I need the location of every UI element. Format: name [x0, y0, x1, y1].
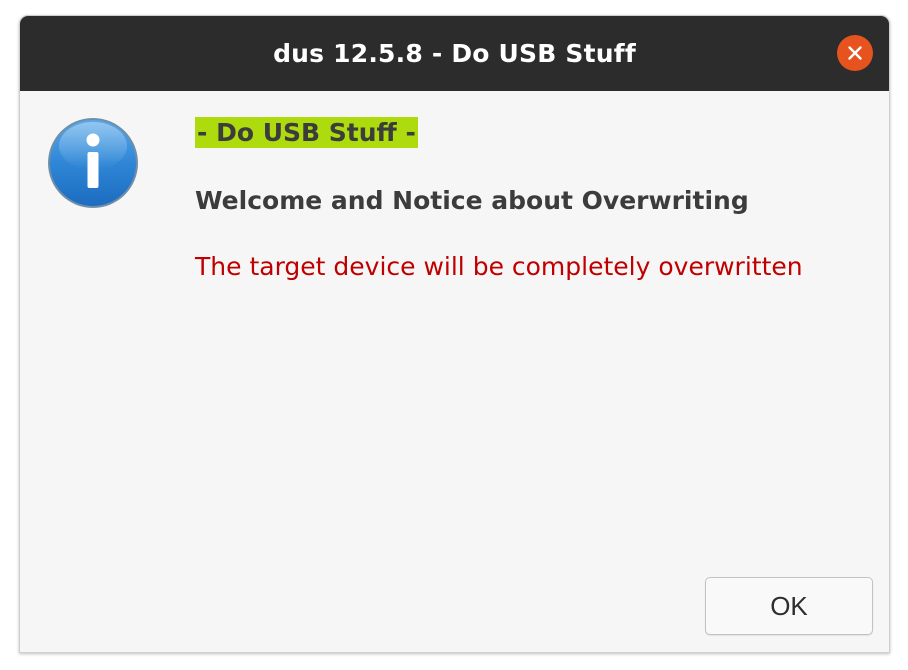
info-icon [48, 118, 138, 208]
ok-button[interactable]: OK [705, 577, 873, 635]
close-button[interactable] [837, 35, 873, 71]
dialog-window: dus 12.5.8 - Do USB Stuff - Do USB Stuff… [19, 15, 890, 653]
close-icon [848, 46, 862, 60]
window-title: dus 12.5.8 - Do USB Stuff [273, 39, 636, 68]
overwrite-warning: The target device will be completely ove… [195, 252, 803, 281]
title-bar[interactable]: dus 12.5.8 - Do USB Stuff [20, 16, 889, 91]
dialog-subheading: Welcome and Notice about Overwriting [195, 186, 749, 215]
dialog-heading: - Do USB Stuff - [195, 117, 418, 148]
dialog-content: - Do USB Stuff - Welcome and Notice abou… [20, 91, 889, 652]
